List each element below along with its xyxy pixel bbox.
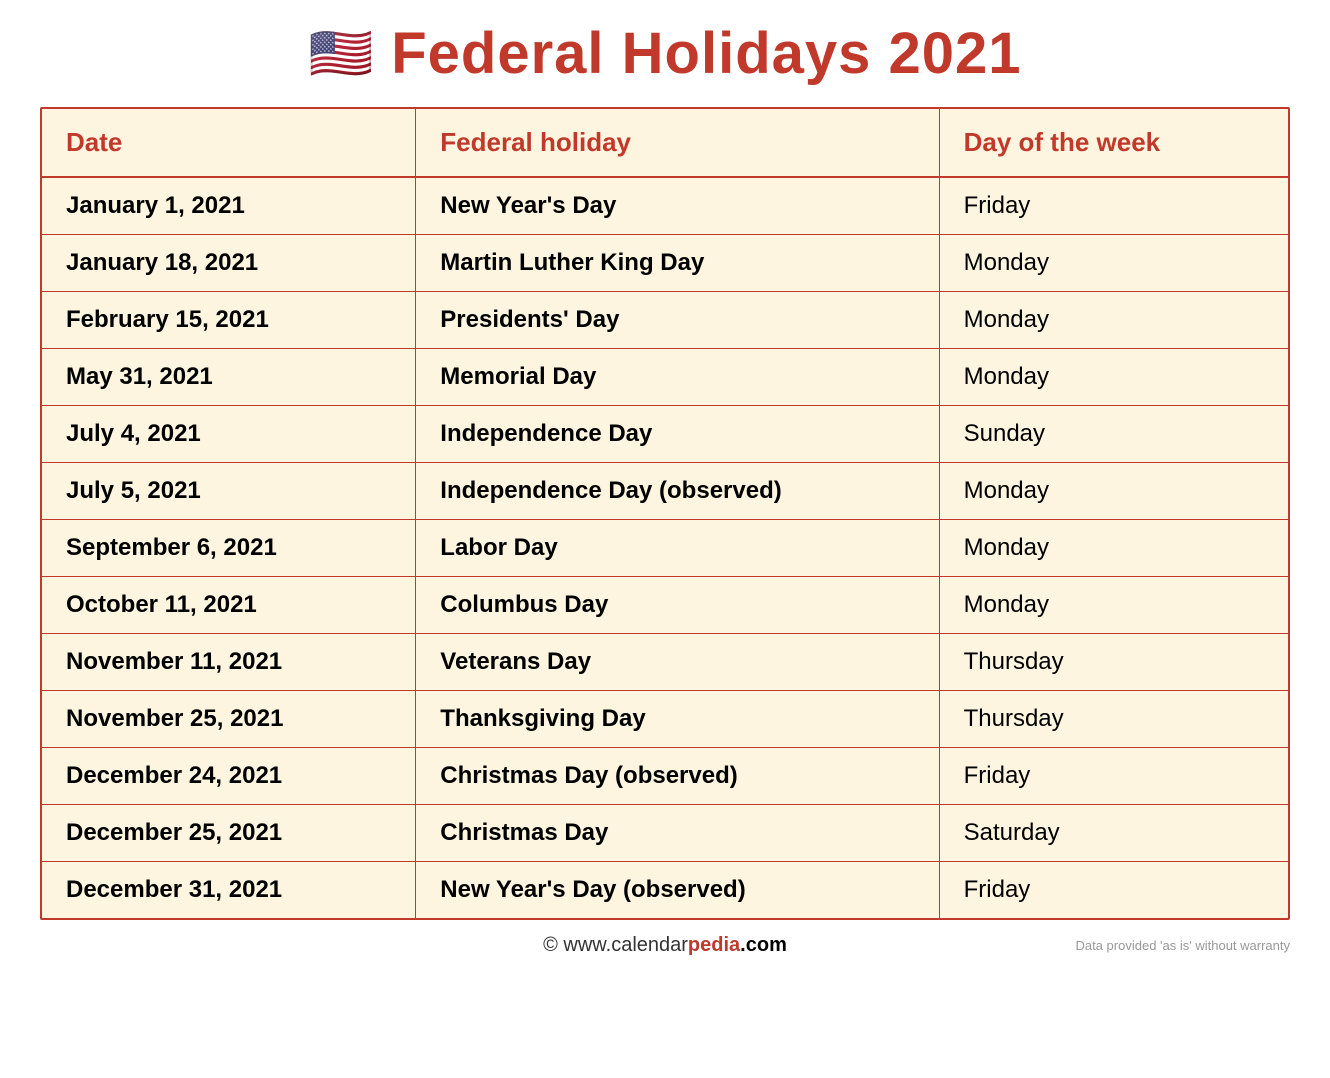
cell-date: May 31, 2021 — [42, 349, 416, 406]
cell-day: Saturday — [939, 805, 1288, 862]
footer-disclaimer: Data provided 'as is' without warranty — [1075, 938, 1290, 953]
cell-holiday: New Year's Day — [416, 177, 939, 235]
table-header-row: Date Federal holiday Day of the week — [42, 109, 1288, 177]
cell-holiday: Memorial Day — [416, 349, 939, 406]
cell-date: February 15, 2021 — [42, 292, 416, 349]
table-row: January 1, 2021New Year's DayFriday — [42, 177, 1288, 235]
table-row: October 11, 2021Columbus DayMonday — [42, 577, 1288, 634]
table-row: December 31, 2021New Year's Day (observe… — [42, 862, 1288, 919]
page-header: 🇺🇸 Federal Holidays 2021 — [40, 20, 1290, 87]
cell-date: October 11, 2021 — [42, 577, 416, 634]
flag-icon: 🇺🇸 — [308, 28, 373, 80]
cell-day: Friday — [939, 862, 1288, 919]
table-row: May 31, 2021Memorial DayMonday — [42, 349, 1288, 406]
cell-day: Sunday — [939, 406, 1288, 463]
footer-copyright: © www.calendarpedia.com — [543, 934, 787, 957]
cell-holiday: Christmas Day (observed) — [416, 748, 939, 805]
cell-holiday: Martin Luther King Day — [416, 235, 939, 292]
page-footer: © www.calendarpedia.com Data provided 'a… — [40, 934, 1290, 957]
cell-date: December 31, 2021 — [42, 862, 416, 919]
cell-date: December 25, 2021 — [42, 805, 416, 862]
cell-date: December 24, 2021 — [42, 748, 416, 805]
table-row: November 25, 2021Thanksgiving DayThursda… — [42, 691, 1288, 748]
cell-holiday: Veterans Day — [416, 634, 939, 691]
table-row: December 25, 2021Christmas DaySaturday — [42, 805, 1288, 862]
table-row: July 5, 2021Independence Day (observed)M… — [42, 463, 1288, 520]
cell-day: Thursday — [939, 691, 1288, 748]
cell-day: Monday — [939, 235, 1288, 292]
cell-day: Monday — [939, 292, 1288, 349]
cell-holiday: Presidents' Day — [416, 292, 939, 349]
page-title: Federal Holidays 2021 — [391, 20, 1021, 87]
footer-copyright-text: © www.calendar — [543, 934, 688, 956]
cell-date: January 18, 2021 — [42, 235, 416, 292]
table-row: December 24, 2021Christmas Day (observed… — [42, 748, 1288, 805]
cell-date: January 1, 2021 — [42, 177, 416, 235]
cell-holiday: Labor Day — [416, 520, 939, 577]
table-row: January 18, 2021Martin Luther King DayMo… — [42, 235, 1288, 292]
holidays-table: Date Federal holiday Day of the week Jan… — [42, 109, 1288, 918]
cell-holiday: Christmas Day — [416, 805, 939, 862]
table-row: November 11, 2021Veterans DayThursday — [42, 634, 1288, 691]
table-row: September 6, 2021Labor DayMonday — [42, 520, 1288, 577]
cell-holiday: Independence Day (observed) — [416, 463, 939, 520]
cell-day: Monday — [939, 577, 1288, 634]
footer-domain: .com — [740, 934, 787, 956]
cell-day: Monday — [939, 463, 1288, 520]
footer-brand-red: pedia — [688, 934, 740, 956]
cell-holiday: New Year's Day (observed) — [416, 862, 939, 919]
cell-holiday: Thanksgiving Day — [416, 691, 939, 748]
col-day-header: Day of the week — [939, 109, 1288, 177]
cell-day: Friday — [939, 748, 1288, 805]
cell-day: Monday — [939, 349, 1288, 406]
cell-day: Friday — [939, 177, 1288, 235]
cell-day: Thursday — [939, 634, 1288, 691]
col-date-header: Date — [42, 109, 416, 177]
cell-holiday: Independence Day — [416, 406, 939, 463]
cell-day: Monday — [939, 520, 1288, 577]
table-row: July 4, 2021Independence DaySunday — [42, 406, 1288, 463]
cell-date: September 6, 2021 — [42, 520, 416, 577]
cell-date: July 4, 2021 — [42, 406, 416, 463]
cell-holiday: Columbus Day — [416, 577, 939, 634]
cell-date: November 11, 2021 — [42, 634, 416, 691]
table-row: February 15, 2021Presidents' DayMonday — [42, 292, 1288, 349]
holidays-table-wrapper: Date Federal holiday Day of the week Jan… — [40, 107, 1290, 920]
col-holiday-header: Federal holiday — [416, 109, 939, 177]
cell-date: November 25, 2021 — [42, 691, 416, 748]
cell-date: July 5, 2021 — [42, 463, 416, 520]
